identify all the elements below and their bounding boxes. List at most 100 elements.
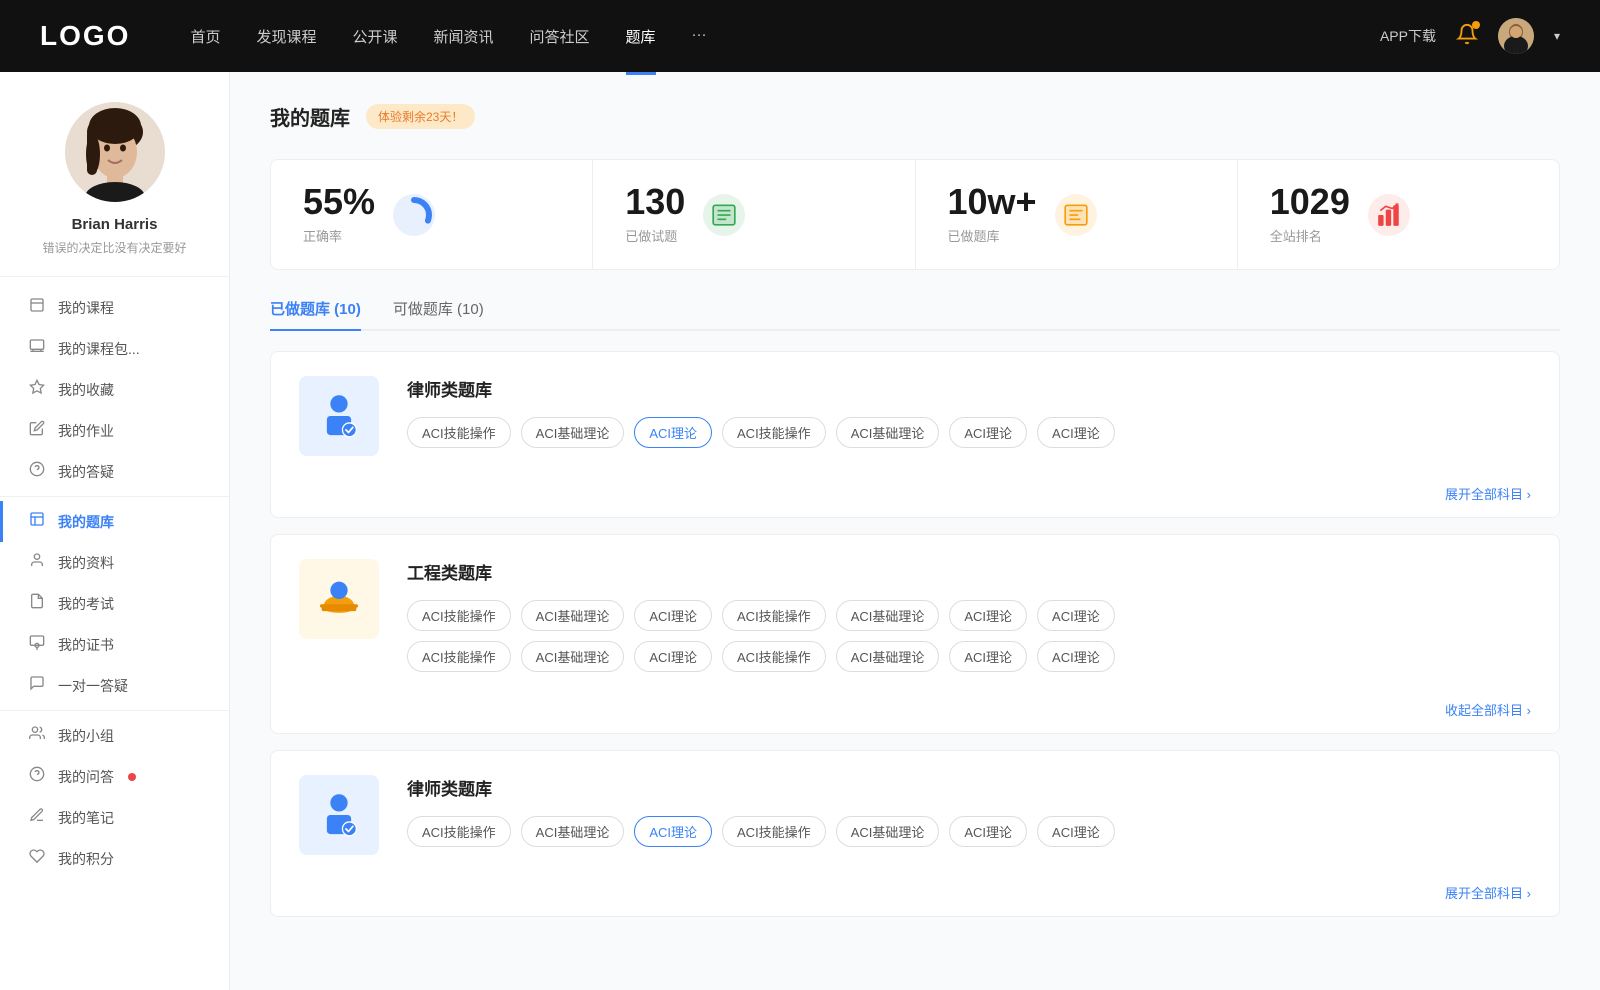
profile-icon [28, 552, 46, 573]
nav-home[interactable]: 首页 [190, 22, 220, 51]
avatar-image [1498, 18, 1534, 54]
stat-done-banks-label: 已做题库 [948, 226, 1037, 245]
tag[interactable]: ACI技能操作 [722, 600, 826, 631]
sidebar-item-course-packages[interactable]: 我的课程包... [0, 328, 229, 369]
stat-done-banks-number: 10w+ [948, 184, 1037, 220]
stat-done-icon [703, 194, 745, 236]
app-download-button[interactable]: APP下载 [1380, 26, 1436, 46]
nav-menu: 首页 发现课程 公开课 新闻资讯 问答社区 题库 ··· [190, 22, 1380, 51]
tag[interactable]: ACI理论 [1037, 417, 1115, 448]
sidebar-item-profile[interactable]: 我的资料 [0, 542, 229, 583]
sidebar-item-notes[interactable]: 我的笔记 [0, 797, 229, 838]
bank-engineering-title: 工程类题库 [407, 559, 1531, 584]
profile-motto: 错误的决定比没有决定要好 [42, 239, 186, 256]
nav-discover[interactable]: 发现课程 [256, 22, 316, 51]
tag[interactable]: ACI理论 [949, 816, 1027, 847]
packages-icon [28, 338, 46, 359]
tag[interactable]: ACI基础理论 [521, 641, 625, 672]
sidebar-item-certificate[interactable]: 我的证书 [0, 624, 229, 665]
sidebar-item-label: 我的收藏 [58, 380, 114, 400]
bank-lawyer-1-tags: ACI技能操作 ACI基础理论 ACI理论 ACI技能操作 ACI基础理论 AC… [407, 417, 1531, 448]
stat-done-questions-label: 已做试题 [625, 226, 685, 245]
trial-badge: 体验剩余23天！ [366, 104, 475, 129]
tag[interactable]: ACI基础理论 [836, 600, 940, 631]
profile-name: Brian Harris [72, 216, 158, 233]
sidebar-item-question-bank[interactable]: 我的题库 [0, 501, 229, 542]
tag[interactable]: ACI基础理论 [521, 600, 625, 631]
tag[interactable]: ACI理论 [1037, 600, 1115, 631]
tag[interactable]: ACI基础理论 [521, 816, 625, 847]
main-content: 我的题库 体验剩余23天！ 55% 正确率 1 [230, 72, 1600, 990]
user-menu-chevron[interactable]: ▾ [1554, 29, 1560, 43]
nav-qa[interactable]: 问答社区 [530, 22, 590, 51]
expand-lawyer-2-button[interactable]: 展开全部科目 › [271, 879, 1559, 916]
tag[interactable]: ACI理论 [634, 600, 712, 631]
sidebar-item-label: 一对一答疑 [58, 676, 128, 696]
stat-rank-number: 1029 [1270, 184, 1350, 220]
expand-lawyer-1-button[interactable]: 展开全部科目 › [271, 480, 1559, 517]
homework-icon [28, 420, 46, 441]
tag[interactable]: ACI技能操作 [407, 816, 511, 847]
sidebar-item-courses[interactable]: 我的课程 [0, 287, 229, 328]
notification-dot [1472, 21, 1480, 29]
tag[interactable]: ACI技能操作 [722, 816, 826, 847]
bank-card-lawyer-1: 律师类题库 ACI技能操作 ACI基础理论 ACI理论 ACI技能操作 ACI基… [270, 351, 1560, 518]
tag[interactable]: ACI基础理论 [836, 641, 940, 672]
notification-bell[interactable] [1456, 23, 1478, 50]
tag[interactable]: ACI基础理论 [836, 816, 940, 847]
tag[interactable]: ACI理论 [949, 641, 1027, 672]
sidebar-item-label: 我的题库 [58, 512, 114, 532]
logo[interactable]: LOGO [40, 20, 130, 52]
tag-active[interactable]: ACI理论 [634, 816, 712, 847]
tag-active[interactable]: ACI理论 [634, 417, 712, 448]
tag[interactable]: ACI理论 [1037, 816, 1115, 847]
tag[interactable]: ACI技能操作 [407, 417, 511, 448]
tab-done-banks[interactable]: 已做题库 (10) [270, 298, 361, 329]
nav-news[interactable]: 新闻资讯 [434, 22, 494, 51]
nav-open-course[interactable]: 公开课 [352, 22, 397, 51]
sidebar-item-favorites[interactable]: 我的收藏 [0, 369, 229, 410]
navbar: LOGO 首页 发现课程 公开课 新闻资讯 问答社区 题库 ··· APP下载 [0, 0, 1600, 72]
page-header: 我的题库 体验剩余23天！ [270, 102, 1560, 131]
certificate-icon [28, 634, 46, 655]
tag[interactable]: ACI技能操作 [722, 417, 826, 448]
tag[interactable]: ACI理论 [1037, 641, 1115, 672]
nav-more[interactable]: ··· [692, 22, 707, 51]
bank-engineering-tags-row1: ACI技能操作 ACI基础理论 ACI理论 ACI技能操作 ACI基础理论 AC… [407, 600, 1531, 631]
lawyer-icon [313, 390, 365, 442]
tag[interactable]: ACI技能操作 [407, 641, 511, 672]
sidebar-item-qa[interactable]: 我的答疑 [0, 451, 229, 492]
sidebar-item-my-qa[interactable]: 我的问答 [0, 756, 229, 797]
bank-lawyer-icon-wrap [299, 376, 379, 456]
tag[interactable]: ACI理论 [949, 600, 1027, 631]
sidebar-item-homework[interactable]: 我的作业 [0, 410, 229, 451]
collapse-engineering-button[interactable]: 收起全部科目 › [271, 696, 1559, 733]
sidebar-item-label: 我的问答 [58, 767, 114, 787]
tag[interactable]: ACI技能操作 [722, 641, 826, 672]
bank-engineering-tags-row2: ACI技能操作 ACI基础理论 ACI理论 ACI技能操作 ACI基础理论 AC… [407, 641, 1531, 672]
stat-done-banks: 10w+ 已做题库 [916, 160, 1238, 269]
sidebar-item-group[interactable]: 我的小组 [0, 715, 229, 756]
qa-icon [28, 461, 46, 482]
tag[interactable]: ACI技能操作 [407, 600, 511, 631]
sidebar-item-1on1[interactable]: 一对一答疑 [0, 665, 229, 706]
group-icon [28, 725, 46, 746]
tag[interactable]: ACI基础理论 [521, 417, 625, 448]
stat-done-questions: 130 已做试题 [593, 160, 915, 269]
stat-rank-label: 全站排名 [1270, 226, 1350, 245]
sidebar-item-exam[interactable]: 我的考试 [0, 583, 229, 624]
tag[interactable]: ACI理论 [634, 641, 712, 672]
main-layout: Brian Harris 错误的决定比没有决定要好 我的课程 我的课程包... [0, 72, 1600, 990]
bank-lawyer-2-icon-wrap [299, 775, 379, 855]
sidebar-item-label: 我的小组 [58, 726, 114, 746]
user-avatar[interactable] [1498, 18, 1534, 54]
sidebar-item-label: 我的积分 [58, 849, 114, 869]
sidebar-item-label: 我的课程 [58, 298, 114, 318]
sidebar-item-points[interactable]: 我的积分 [0, 838, 229, 879]
bank-lawyer-2-title: 律师类题库 [407, 775, 1531, 800]
tab-available-banks[interactable]: 可做题库 (10) [393, 298, 484, 329]
sidebar-item-label: 我的课程包... [58, 339, 140, 359]
tag[interactable]: ACI基础理论 [836, 417, 940, 448]
nav-questionbank[interactable]: 题库 [626, 22, 656, 51]
tag[interactable]: ACI理论 [949, 417, 1027, 448]
